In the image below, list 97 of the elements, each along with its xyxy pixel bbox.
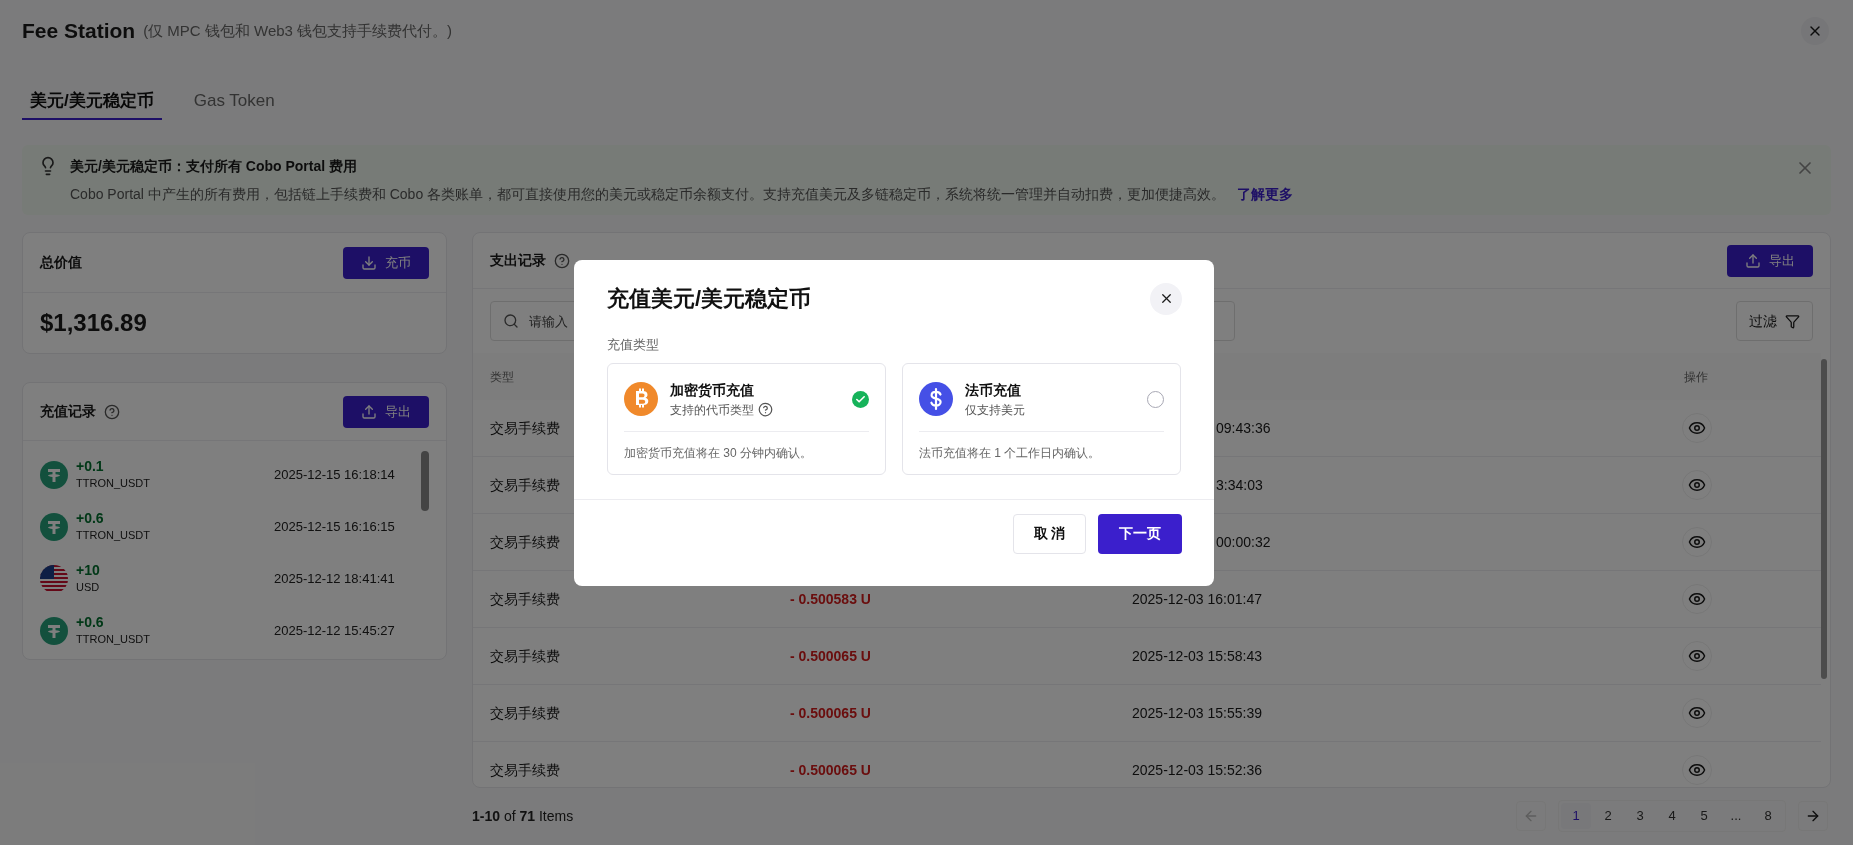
table-cell: 交易手续费 — [490, 761, 560, 778]
upload-icon — [1745, 252, 1761, 269]
filter-button[interactable]: 过滤 — [1736, 301, 1813, 341]
option-note: 法币充值将在 1 个工作日内确认。 — [919, 444, 1102, 462]
check-icon — [855, 393, 866, 405]
eye-icon — [1688, 533, 1706, 551]
amount-cell: - 0.500065 U — [790, 761, 871, 778]
deposit-asset: USD — [76, 580, 101, 595]
page-button[interactable]: 2 — [1593, 803, 1623, 829]
close-button[interactable] — [1150, 282, 1182, 315]
table-cell: 交易手续费 — [490, 704, 560, 721]
amount-cell: - 0.500065 U — [790, 647, 871, 664]
option-card[interactable]: 法币充值 仅支持美元 法币充值将在 1 个工作日内确认。 — [902, 362, 1181, 475]
tab[interactable]: 美元/美元稳定币 — [22, 84, 162, 120]
scrollbar[interactable] — [1821, 359, 1827, 679]
table-cell: 交易手续费 — [490, 419, 560, 436]
upload-icon — [361, 403, 377, 420]
tab[interactable]: Gas Token — [185, 84, 283, 120]
card-title: 支出记录 — [490, 251, 546, 270]
tether-icon — [40, 461, 68, 489]
time-cell-text: 2025-12-03 15:55:39 — [1132, 703, 1262, 723]
close-button[interactable] — [1801, 17, 1829, 45]
time-cell-text: 3:34:03 — [1216, 475, 1263, 495]
deposit-time: 2025-12-12 18:41:41 — [274, 570, 395, 589]
option-note: 加密货币充值将在 30 分钟内确认。 — [624, 444, 813, 462]
arrow-right-icon — [1805, 808, 1821, 824]
eye-icon — [1688, 476, 1706, 494]
banner-text: Cobo Portal 中产生的所有费用，包括链上手续费和 Cobo 各类账单，都可直接使用您的美元或稳定币余额支付。支持充值美元及多链稳定币，系统将统一管理并自动扣费，更加便捷高效。 — [70, 185, 1226, 204]
table-cell: 交易手续费 — [490, 533, 560, 550]
page-button[interactable]: ... — [1721, 803, 1751, 829]
time-cell-text: 2025-12-03 16:01:47 — [1132, 589, 1262, 609]
dollar-icon — [919, 382, 953, 416]
time-cell-text: 09:43:36 — [1216, 418, 1271, 438]
deposit-time: 2025-12-15 16:18:14 — [274, 466, 395, 485]
option-title: 加密货币充值 — [670, 380, 755, 400]
table-cell: 交易手续费 — [490, 476, 560, 493]
eye-icon — [1688, 647, 1706, 665]
total-value: $1,316.89 — [40, 308, 147, 338]
table-cell: 交易手续费 — [490, 590, 560, 607]
column-header: 操作 — [1684, 368, 1709, 386]
deposit-amount: +0.1 — [76, 458, 105, 475]
flag-icon — [40, 565, 68, 593]
page-button[interactable]: 4 — [1657, 803, 1687, 829]
deposit-amount: +0.6 — [76, 510, 105, 527]
time-cell-text: 2025-12-03 15:58:43 — [1132, 646, 1262, 666]
deposit-asset: TTRON_USDT — [76, 528, 151, 543]
tether-icon — [40, 513, 68, 541]
pagination-summary: 1-10 of 71 Items — [472, 806, 574, 826]
page-title: Fee Station — [22, 18, 136, 45]
scrollbar[interactable] — [421, 451, 429, 511]
card-title: 充值记录 — [40, 402, 96, 421]
learn-more-link[interactable]: 了解更多 — [1237, 184, 1294, 205]
page-button[interactable]: 8 — [1753, 803, 1783, 829]
banner-title: 美元/美元稳定币：支付所有 Cobo Portal 费用 — [70, 157, 358, 176]
amount-cell: - 0.500583 U — [790, 590, 871, 607]
download-icon — [361, 254, 377, 271]
deposit-time: 2025-12-12 15:45:27 — [274, 622, 395, 641]
cancel-button[interactable]: 取 消 — [1013, 513, 1086, 554]
help-icon[interactable] — [554, 252, 570, 269]
deposit-amount: +10 — [76, 562, 101, 579]
eye-icon — [1688, 704, 1706, 722]
table-cell: 交易手续费 — [490, 647, 560, 664]
help-icon[interactable] — [104, 403, 120, 420]
amount-cell: - 0.500065 U — [790, 704, 871, 721]
card-title: 总价值 — [40, 253, 82, 272]
time-cell-text: 00:00:32 — [1216, 532, 1271, 552]
tether-icon — [40, 617, 68, 645]
filter-icon — [1785, 313, 1800, 329]
help-icon[interactable] — [758, 402, 773, 417]
page-subtitle: (仅 MPC 钱包和 Web3 钱包支持手续费代付。) — [143, 20, 453, 41]
radio[interactable] — [1147, 390, 1164, 408]
column-header: 类型 — [490, 369, 514, 384]
time-cell-text: 2025-12-03 15:52:36 — [1132, 760, 1262, 780]
option-subtitle: 仅支持美元 — [965, 401, 1025, 419]
deposit-button[interactable]: 充币 — [343, 246, 429, 279]
export-button[interactable]: 导出 — [1727, 244, 1813, 277]
next-page-button[interactable] — [1798, 801, 1828, 831]
section-label: 充值类型 — [606, 336, 660, 354]
deposit-asset: TTRON_USDT — [76, 632, 151, 647]
deposit-time: 2025-12-15 16:16:15 — [274, 518, 395, 537]
bitcoin-icon — [624, 382, 658, 416]
checked-radio[interactable] — [852, 390, 869, 408]
export-button[interactable]: 导出 — [343, 395, 429, 428]
deposit-asset: TTRON_USDT — [76, 476, 151, 491]
option-title: 法币充值 — [965, 380, 1022, 400]
search-icon — [503, 313, 519, 329]
option-subtitle: 支持的代币类型 — [670, 401, 754, 419]
deposit-amount: +0.6 — [76, 614, 105, 631]
eye-icon — [1688, 590, 1706, 608]
page-button[interactable]: 3 — [1625, 803, 1655, 829]
page-button[interactable]: 5 — [1689, 803, 1719, 829]
modal-title: 充值美元/美元稳定币 — [607, 285, 812, 313]
eye-icon — [1688, 761, 1706, 779]
option-card[interactable]: 加密货币充值 支持的代币类型 加密货币充值将在 30 分钟内确认。 — [607, 362, 886, 475]
eye-icon — [1688, 419, 1706, 437]
next-button[interactable]: 下一页 — [1098, 513, 1182, 554]
arrow-left-icon — [1523, 808, 1539, 824]
